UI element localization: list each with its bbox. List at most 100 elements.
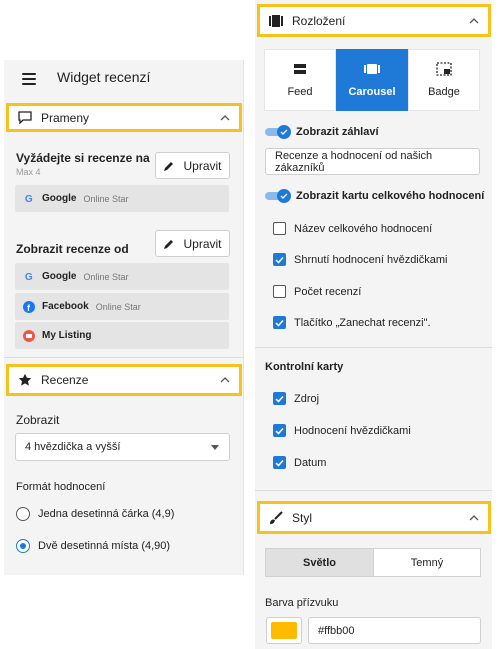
layout-option-feed[interactable]: Feed (264, 49, 336, 111)
checkbox-label: Název celkového hodnocení (294, 222, 433, 235)
message-square-icon (17, 111, 33, 125)
chevron-up-icon (468, 15, 480, 27)
edit-label: Upravit (183, 236, 222, 251)
source-name: My Listing (42, 330, 92, 341)
summary-option-count[interactable]: Počet recenzí (273, 285, 361, 298)
show-summary-toggle[interactable] (265, 189, 291, 203)
layout-option-label: Carousel (348, 86, 396, 98)
checkbox[interactable] (273, 285, 286, 298)
header-text-input[interactable]: Recenze a hodnocení od našich zákazníků (265, 148, 480, 175)
show-header-toggle[interactable] (265, 125, 291, 139)
radio-button[interactable] (16, 507, 30, 521)
source-sub: Online Star (95, 301, 141, 312)
layout-icon (268, 14, 284, 28)
section-header-reviews[interactable]: Recenze (6, 364, 242, 396)
format-label: Formát hodnocení (16, 481, 106, 493)
control-option-date[interactable]: Datum (273, 456, 326, 469)
checkbox[interactable] (273, 316, 286, 329)
section-header-layout[interactable]: Rozložení (257, 4, 491, 37)
accent-color-label: Barva přízvuku (265, 597, 339, 609)
svg-text:G: G (24, 194, 32, 204)
request-max: Max 4 (16, 167, 41, 177)
brush-icon (268, 510, 284, 525)
divider (255, 347, 492, 348)
checkbox-label: Zdroj (294, 392, 320, 405)
google-icon: G (23, 193, 35, 205)
summary-option-leave-review[interactable]: Tlačítko „Zanechat recenzi". (273, 316, 431, 329)
divider (4, 357, 244, 358)
checkbox[interactable] (273, 253, 286, 266)
checkbox-label: Tlačítko „Zanechat recenzi". (294, 316, 431, 329)
show-summary-label: Zobrazit kartu celkového hodnocení (296, 190, 485, 202)
carousel-icon (364, 62, 380, 76)
checkbox-label: Shrnutí hodnocení hvězdičkami (294, 253, 448, 266)
star-icon (17, 373, 33, 387)
svg-text:G: G (24, 272, 32, 282)
chevron-up-icon (468, 512, 480, 524)
theme-light-tab[interactable]: Světlo (265, 548, 374, 577)
edit-label: Upravit (183, 158, 222, 173)
request-reviews-title: Vyžádejte si recenze na (16, 151, 150, 165)
section-label: Recenze (41, 373, 89, 387)
checkbox-label: Počet recenzí (294, 285, 362, 298)
show-source-my-listing[interactable]: My Listing (15, 322, 229, 349)
page-title: Widget recenzí (57, 69, 151, 85)
google-icon: G (23, 271, 35, 283)
format-option-two-decimals[interactable]: Dvě desetinná místa (4,90) (16, 539, 170, 553)
summary-option-title[interactable]: Název celkového hodnocení (273, 222, 432, 235)
facebook-icon: f (23, 300, 35, 313)
check-icon (277, 189, 291, 203)
layout-option-label: Badge (428, 86, 460, 98)
accent-color-input[interactable]: #ffbb00 (308, 617, 481, 644)
theme-label: Světlo (302, 556, 336, 569)
request-source-google[interactable]: G Google Online Star (15, 185, 229, 212)
layout-option-carousel[interactable]: Carousel (336, 49, 408, 111)
source-sub: Online Star (83, 193, 129, 204)
section-header-sources[interactable]: Prameny (6, 103, 242, 132)
radio-button[interactable] (16, 539, 30, 553)
show-filter-select[interactable]: 4 hvězdička a vyšší (15, 433, 230, 461)
checkbox[interactable] (273, 424, 286, 437)
check-icon (277, 125, 291, 139)
edit-show-button[interactable]: Upravit (155, 230, 230, 257)
chevron-up-icon (219, 374, 231, 386)
format-option-one-decimal[interactable]: Jedna desetinná čárka (4,9) (16, 507, 174, 521)
section-header-style[interactable]: Styl (257, 501, 491, 534)
menu-icon[interactable] (22, 73, 36, 85)
source-name: Google (42, 271, 77, 282)
layout-option-label: Feed (287, 86, 313, 98)
layout-option-badge[interactable]: Badge (408, 49, 480, 111)
show-header-label: Zobrazit záhlaví (296, 126, 379, 138)
accent-color-value: #ffbb00 (318, 624, 355, 637)
show-source-google[interactable]: G Google Online Star (15, 263, 229, 290)
header-text-value: Recenze a hodnocení od našich zákazníků (275, 149, 433, 174)
checkbox-label: Datum (294, 456, 327, 469)
theme-label: Temný (410, 556, 444, 569)
section-label: Prameny (41, 110, 90, 125)
summary-option-stars[interactable]: Shrnutí hodnocení hvězdičkami (273, 253, 447, 266)
checkbox[interactable] (273, 222, 286, 235)
control-option-stars[interactable]: Hodnocení hvězdičkami (273, 424, 411, 437)
source-sub: Online Star (83, 271, 129, 282)
control-cards-label: Kontrolní karty (265, 361, 344, 373)
radio-label: Jedna desetinná čárka (4,9) (38, 508, 175, 520)
select-value: 4 hvězdička a vyšší (25, 441, 121, 453)
source-name: Google (42, 193, 77, 204)
checkbox[interactable] (273, 392, 286, 405)
checkbox[interactable] (273, 456, 286, 469)
section-label: Styl (292, 510, 313, 525)
show-filter-label: Zobrazit (16, 413, 60, 427)
control-option-source[interactable]: Zdroj (273, 392, 319, 405)
checkbox-label: Hodnocení hvězdičkami (294, 424, 411, 437)
source-name: Facebook (42, 301, 89, 312)
accent-color-swatch[interactable] (266, 617, 302, 644)
my-listing-icon (23, 329, 35, 342)
edit-request-button[interactable]: Upravit (155, 152, 230, 179)
show-source-facebook[interactable]: f Facebook Online Star (15, 293, 229, 320)
theme-dark-tab[interactable]: Temný (373, 548, 481, 577)
section-label: Rozložení (292, 13, 346, 28)
radio-label: Dvě desetinná místa (4,90) (38, 540, 171, 552)
pencil-icon (164, 239, 174, 249)
show-reviews-title: Zobrazit recenze od (16, 242, 129, 256)
color-fill (271, 622, 297, 639)
